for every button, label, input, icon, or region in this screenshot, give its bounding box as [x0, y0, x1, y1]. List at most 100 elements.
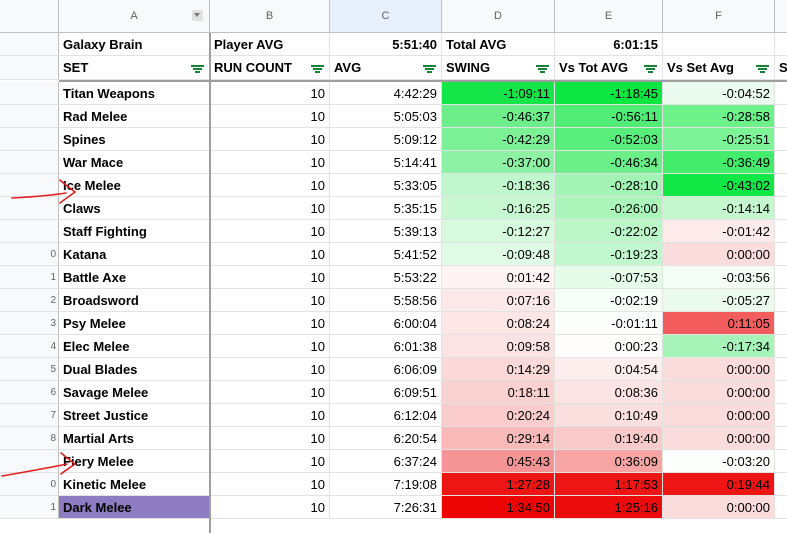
- row-number[interactable]: 8: [0, 427, 59, 450]
- avg-cell[interactable]: 6:00:04: [330, 312, 442, 335]
- run-count-cell[interactable]: 10: [210, 427, 330, 450]
- set-cell[interactable]: Kinetic Melee: [59, 473, 210, 496]
- avg-cell[interactable]: 7:26:31: [330, 496, 442, 519]
- cell-g[interactable]: [775, 427, 787, 450]
- avg-cell[interactable]: 5:58:56: [330, 289, 442, 312]
- set-cell[interactable]: Spines: [59, 128, 210, 151]
- avg-cell[interactable]: 6:09:51: [330, 381, 442, 404]
- set-cell[interactable]: Martial Arts: [59, 427, 210, 450]
- header-run-count[interactable]: RUN COUNT: [210, 56, 330, 80]
- set-cell[interactable]: Claws: [59, 197, 210, 220]
- summary-cell-e[interactable]: 6:01:15: [555, 33, 663, 56]
- cell-g[interactable]: [775, 312, 787, 335]
- set-cell[interactable]: Elec Melee: [59, 335, 210, 358]
- set-cell[interactable]: Katana: [59, 243, 210, 266]
- row-number[interactable]: 7: [0, 404, 59, 427]
- vs-tot-avg-cell[interactable]: -1:18:45: [555, 82, 663, 105]
- run-count-cell[interactable]: 10: [210, 243, 330, 266]
- run-count-cell[interactable]: 10: [210, 289, 330, 312]
- row-number[interactable]: [0, 128, 59, 151]
- run-count-cell[interactable]: 10: [210, 473, 330, 496]
- cell-g[interactable]: [775, 496, 787, 519]
- vs-tot-avg-cell[interactable]: -0:28:10: [555, 174, 663, 197]
- set-cell[interactable]: Rad Melee: [59, 105, 210, 128]
- row-number[interactable]: [0, 56, 59, 80]
- summary-cell-b[interactable]: Player AVG: [210, 33, 330, 56]
- row-number[interactable]: 0: [0, 473, 59, 496]
- avg-cell[interactable]: 6:37:24: [330, 450, 442, 473]
- filter-icon[interactable]: [191, 65, 204, 73]
- column-header-f[interactable]: F: [663, 0, 775, 33]
- column-header-e[interactable]: E: [555, 0, 663, 33]
- avg-cell[interactable]: 5:35:15: [330, 197, 442, 220]
- summary-cell-c[interactable]: 5:51:40: [330, 33, 442, 56]
- swing-cell[interactable]: -0:46:37: [442, 105, 555, 128]
- vs-set-avg-cell[interactable]: 0:00:00: [663, 427, 775, 450]
- vs-set-avg-cell[interactable]: -0:36:49: [663, 151, 775, 174]
- run-count-cell[interactable]: 10: [210, 312, 330, 335]
- vs-set-avg-cell[interactable]: 0:19:44: [663, 473, 775, 496]
- row-number[interactable]: 3: [0, 312, 59, 335]
- vs-tot-avg-cell[interactable]: -0:52:03: [555, 128, 663, 151]
- row-number[interactable]: [0, 197, 59, 220]
- set-cell[interactable]: War Mace: [59, 151, 210, 174]
- row-number[interactable]: [0, 220, 59, 243]
- vs-set-avg-cell[interactable]: 0:00:00: [663, 404, 775, 427]
- vs-set-avg-cell[interactable]: -0:25:51: [663, 128, 775, 151]
- vs-set-avg-cell[interactable]: 0:00:00: [663, 358, 775, 381]
- vs-tot-avg-cell[interactable]: 0:10:49: [555, 404, 663, 427]
- set-cell[interactable]: Dual Blades: [59, 358, 210, 381]
- header-vs-set-avg[interactable]: Vs Set Avg: [663, 56, 775, 80]
- vs-tot-avg-cell[interactable]: 0:00:23: [555, 335, 663, 358]
- vs-tot-avg-cell[interactable]: -0:01:11: [555, 312, 663, 335]
- cell-g[interactable]: [775, 243, 787, 266]
- run-count-cell[interactable]: 10: [210, 266, 330, 289]
- vs-tot-avg-cell[interactable]: -0:46:34: [555, 151, 663, 174]
- summary-cell-d[interactable]: Total AVG: [442, 33, 555, 56]
- avg-cell[interactable]: 7:19:08: [330, 473, 442, 496]
- row-number[interactable]: 4: [0, 335, 59, 358]
- set-cell[interactable]: Broadsword: [59, 289, 210, 312]
- row-number[interactable]: [0, 33, 59, 56]
- vs-set-avg-cell[interactable]: -0:28:58: [663, 105, 775, 128]
- set-cell[interactable]: Ice Melee: [59, 174, 210, 197]
- cell-g[interactable]: [775, 473, 787, 496]
- swing-cell[interactable]: -0:18:36: [442, 174, 555, 197]
- swing-cell[interactable]: 0:18:11: [442, 381, 555, 404]
- avg-cell[interactable]: 5:05:03: [330, 105, 442, 128]
- run-count-cell[interactable]: 10: [210, 381, 330, 404]
- set-cell[interactable]: Savage Melee: [59, 381, 210, 404]
- cell-g[interactable]: [775, 381, 787, 404]
- swing-cell[interactable]: 0:14:29: [442, 358, 555, 381]
- summary-cell-f[interactable]: [663, 33, 775, 56]
- row-number[interactable]: [0, 82, 59, 105]
- vs-tot-avg-cell[interactable]: 0:08:36: [555, 381, 663, 404]
- cell-g[interactable]: [775, 335, 787, 358]
- cell-g[interactable]: [775, 128, 787, 151]
- cell-g[interactable]: [775, 197, 787, 220]
- avg-cell[interactable]: 6:20:54: [330, 427, 442, 450]
- vs-tot-avg-cell[interactable]: 1:25:16: [555, 496, 663, 519]
- avg-cell[interactable]: 6:12:04: [330, 404, 442, 427]
- avg-cell[interactable]: 5:09:12: [330, 128, 442, 151]
- vs-tot-avg-cell[interactable]: -0:19:23: [555, 243, 663, 266]
- set-cell[interactable]: Psy Melee: [59, 312, 210, 335]
- run-count-cell[interactable]: 10: [210, 335, 330, 358]
- avg-cell[interactable]: 5:33:05: [330, 174, 442, 197]
- avg-cell[interactable]: 5:39:13: [330, 220, 442, 243]
- header-avg[interactable]: AVG: [330, 56, 442, 80]
- row-number[interactable]: 5: [0, 358, 59, 381]
- column-menu-icon[interactable]: [192, 10, 203, 21]
- swing-cell[interactable]: -0:16:25: [442, 197, 555, 220]
- vs-set-avg-cell[interactable]: -0:03:20: [663, 450, 775, 473]
- cell-g[interactable]: [775, 174, 787, 197]
- select-all-corner[interactable]: [0, 0, 59, 33]
- run-count-cell[interactable]: 10: [210, 128, 330, 151]
- cell-g[interactable]: [775, 404, 787, 427]
- avg-cell[interactable]: 4:42:29: [330, 82, 442, 105]
- row-number[interactable]: 0: [0, 243, 59, 266]
- run-count-cell[interactable]: 10: [210, 197, 330, 220]
- filter-icon[interactable]: [423, 65, 436, 73]
- swing-cell[interactable]: 1:27:28: [442, 473, 555, 496]
- swing-cell[interactable]: 0:29:14: [442, 427, 555, 450]
